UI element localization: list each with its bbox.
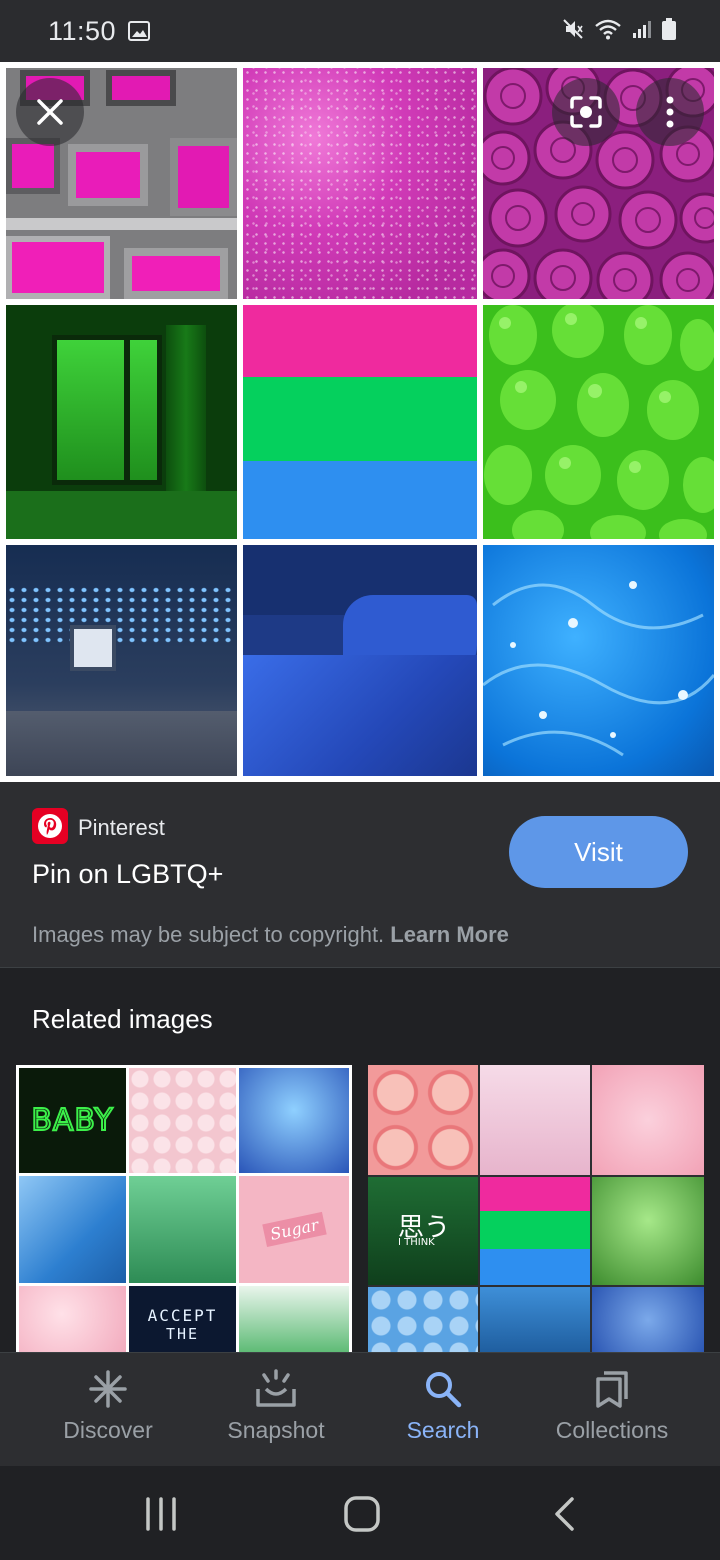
rel1-sugar-packets: Sugar	[239, 1176, 349, 1283]
tile-pink-glitter	[243, 68, 477, 299]
pinterest-logo-icon	[32, 808, 68, 844]
flag-stripe-magenta	[243, 305, 477, 377]
close-button[interactable]	[16, 78, 84, 146]
tile-gummy-bears	[483, 305, 714, 539]
accept-text: ACCEPT	[147, 1306, 218, 1325]
flag-stripe-blue	[480, 1249, 590, 1285]
tv-screen	[124, 248, 228, 299]
more-vert-icon	[666, 96, 674, 128]
tv-screen	[6, 236, 110, 299]
signal-icon	[633, 21, 651, 38]
tile-blue-slime	[483, 545, 714, 776]
bookmarks-icon	[596, 1371, 628, 1408]
status-bar: 11:50	[0, 0, 720, 62]
nav-label: Discover	[63, 1417, 153, 1443]
lens-button[interactable]	[552, 78, 620, 146]
result-image[interactable]	[0, 62, 720, 782]
tile-green-room	[6, 305, 237, 539]
related-images-heading: Related images	[32, 1004, 213, 1034]
glitter-texture	[243, 68, 477, 299]
asterisk-icon	[89, 1370, 127, 1408]
rel1-pink-marshmallow	[19, 1286, 126, 1353]
rel1-green-ceiling	[239, 1286, 349, 1353]
system-navigation-bar	[0, 1466, 720, 1560]
gummy-bears-art	[484, 305, 714, 539]
source-name[interactable]: Pinterest	[78, 815, 165, 841]
rel1-pink-candy	[129, 1068, 236, 1173]
snapshot-icon	[256, 1369, 296, 1407]
nav-label: Collections	[555, 1417, 669, 1443]
nav-snapshot[interactable]: Snapshot	[192, 1369, 360, 1459]
nav-search[interactable]: Search	[359, 1369, 527, 1459]
status-icons	[562, 18, 676, 40]
nav-discover[interactable]: Discover	[24, 1369, 192, 1459]
window-glow	[52, 335, 162, 485]
nav-label: Snapshot	[227, 1417, 325, 1443]
result-title[interactable]: Pin on LGBTQ+	[32, 859, 223, 890]
battery-icon	[662, 18, 676, 40]
string-lights	[6, 585, 237, 645]
bottom-navigation: Discover Snapshot Search Collections	[0, 1352, 720, 1466]
bed-sheets	[6, 711, 237, 776]
tv-screen	[6, 138, 60, 194]
bed	[6, 491, 237, 539]
rel2-pink-flowers	[592, 1065, 704, 1175]
wifi-icon	[595, 19, 621, 40]
flag-stripe-green	[480, 1211, 590, 1249]
baby-neon-text: BABY	[30, 1102, 114, 1139]
rel2-polysexual-flag	[480, 1177, 590, 1285]
tv-screen	[170, 138, 237, 216]
lens-icon	[570, 96, 602, 128]
rel2-grapefruit	[368, 1065, 478, 1175]
rel1-green-room	[129, 1176, 236, 1283]
more-options-button[interactable]	[636, 78, 704, 146]
result-info-card: Pinterest Pin on LGBTQ+ Visit Images may…	[0, 782, 720, 968]
bed-blanket	[243, 655, 477, 776]
the-text: THE	[165, 1325, 200, 1343]
nav-collections[interactable]: Collections	[528, 1369, 696, 1459]
gallery-icon	[128, 21, 150, 41]
rel2-blue-hydrangea	[592, 1287, 704, 1353]
rel2-think-plant: 思う I THINK	[368, 1177, 478, 1285]
rel1-blue-stars	[239, 1068, 349, 1173]
shelf	[6, 218, 237, 230]
window-frame	[124, 335, 130, 485]
flag-stripe-magenta	[480, 1177, 590, 1211]
slime-bubbles	[483, 581, 714, 757]
related-image-2[interactable]: 思う I THINK	[368, 1065, 704, 1353]
sugar-text: Sugar	[261, 1211, 327, 1248]
back-icon[interactable]	[552, 1496, 576, 1532]
rel2-blue-water	[480, 1287, 590, 1353]
tile-blue-lights-room	[6, 545, 237, 776]
rel2-pink-bag	[480, 1065, 590, 1175]
tv-screen	[68, 144, 148, 206]
visit-button[interactable]: Visit	[509, 816, 688, 888]
home-icon[interactable]	[343, 1495, 381, 1533]
mute-icon	[563, 19, 583, 39]
rel1-accept-neon: ACCEPT THE	[129, 1286, 236, 1353]
nav-label: Search	[406, 1417, 480, 1443]
close-icon	[37, 99, 63, 125]
tv-screen	[106, 70, 176, 106]
recent-apps-icon[interactable]	[144, 1497, 178, 1531]
copyright-notice: Images may be subject to copyright. Lear…	[32, 922, 509, 948]
copyright-text: Images may be subject to copyright.	[32, 922, 385, 947]
flag-stripe-blue	[243, 461, 477, 539]
think-text: I THINK	[398, 1237, 435, 1248]
learn-more-link[interactable]: Learn More	[390, 922, 509, 947]
rel1-blue-crystals	[19, 1176, 126, 1283]
flag-stripe-green	[243, 377, 477, 461]
status-time: 11:50	[48, 16, 117, 46]
tile-blue-bed	[243, 545, 477, 776]
rel2-green-leaf	[592, 1177, 704, 1285]
tile-polysexual-flag	[243, 305, 477, 539]
search-icon	[426, 1372, 462, 1408]
rel1-baby-neon: BABY	[19, 1068, 126, 1173]
small-window	[70, 625, 116, 671]
rel2-blue-roses	[368, 1287, 478, 1353]
related-image-1[interactable]: BABY Sugar ACCEPT THE	[16, 1065, 352, 1353]
